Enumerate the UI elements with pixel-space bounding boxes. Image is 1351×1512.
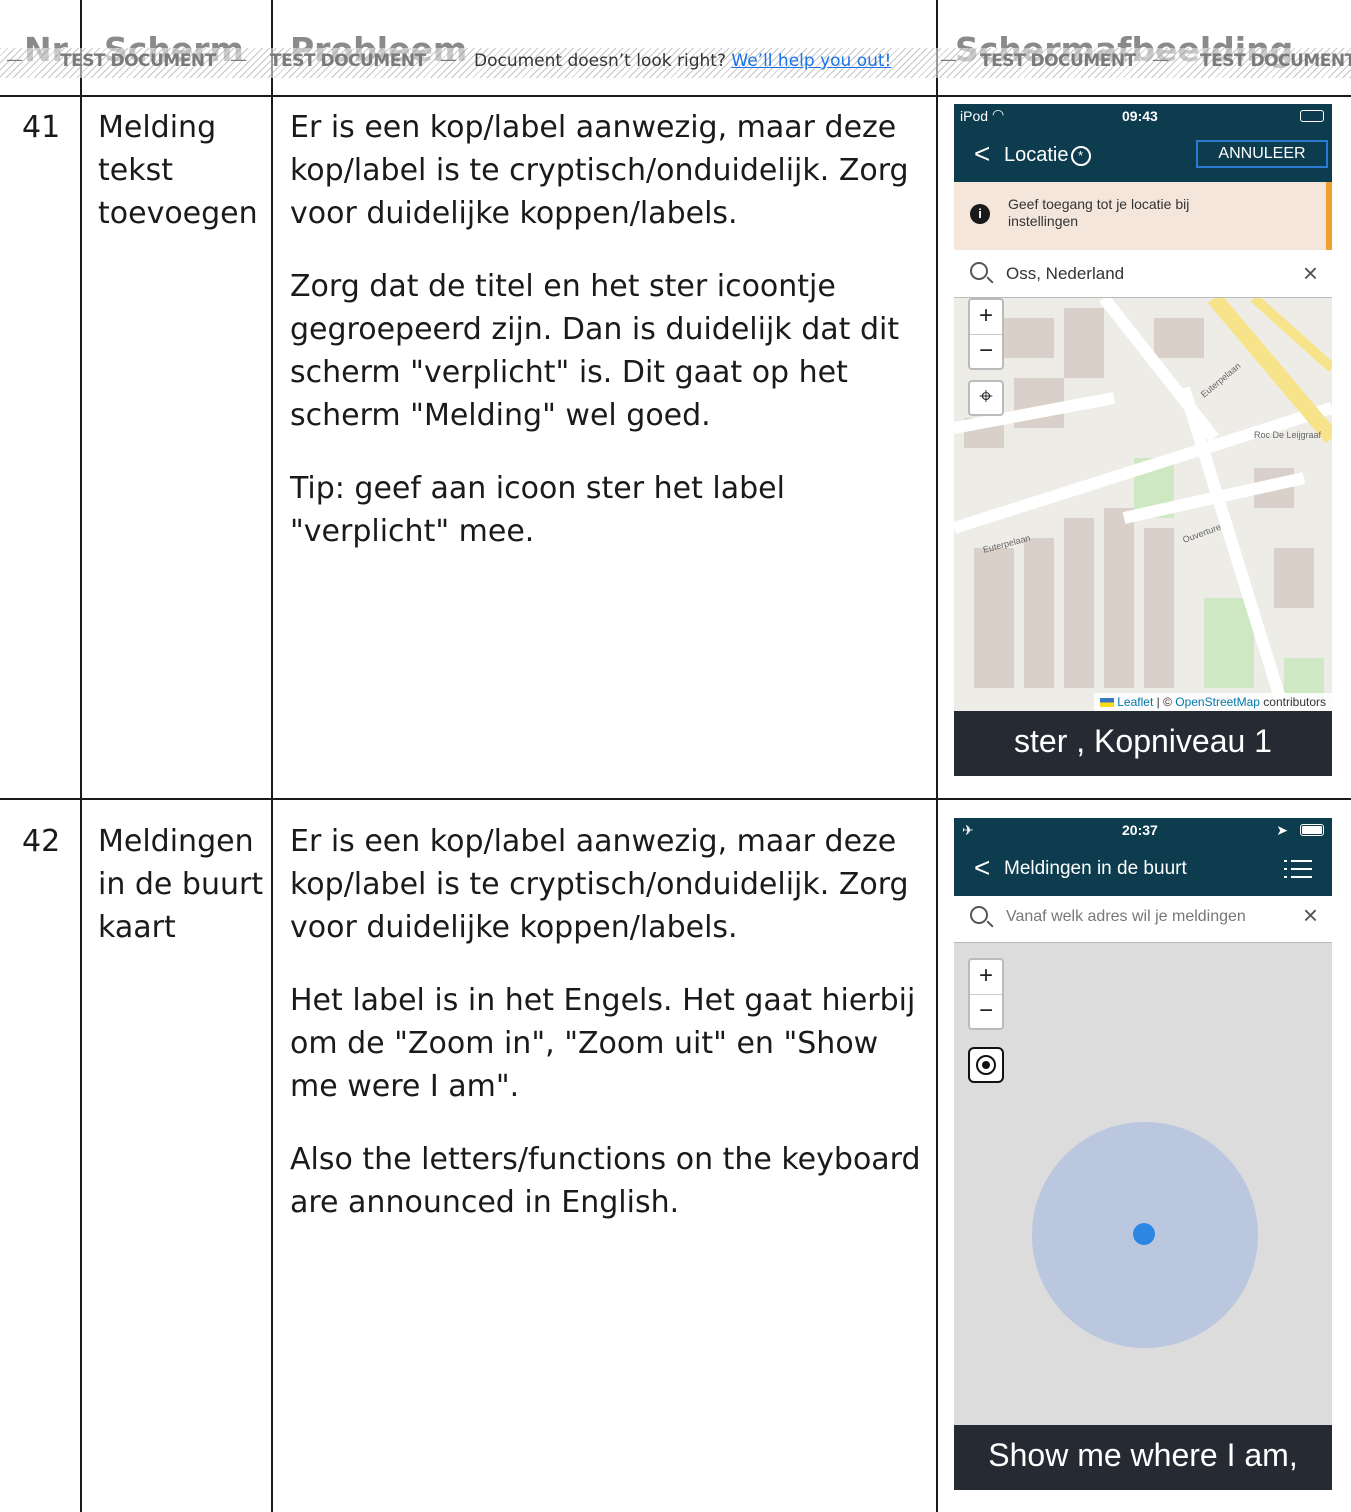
nav-bar: < Locatie * ANNULEER	[954, 130, 1332, 182]
problem-paragraph: Tip: geef aan icoon ster het label "verp…	[290, 471, 785, 549]
clear-icon[interactable]: ×	[1302, 900, 1318, 931]
problem-paragraph: Het label is in het Engels. Het gaat hie…	[290, 983, 916, 1104]
problem-paragraph: Er is een kop/label aanwezig, maar deze …	[290, 824, 909, 945]
voiceover-caption: ster , Kopniveau 1	[954, 711, 1332, 776]
row-divider	[0, 798, 1351, 800]
attribution-separator: | ©	[1153, 695, 1176, 709]
problem-paragraph: Also the letters/functions on the keyboa…	[290, 1142, 921, 1220]
search-bar[interactable]: Oss, Nederland ×	[954, 250, 1332, 298]
watermark-text: TEST DOCUMENT	[60, 51, 216, 71]
zoom-out-button[interactable]: −	[970, 334, 1002, 368]
watermark-text: TEST DOCUMENT	[1200, 51, 1351, 71]
row-42-probleem: Er is een kop/label aanwezig, maar deze …	[290, 820, 930, 1254]
search-input[interactable]: Oss, Nederland	[1006, 264, 1124, 284]
ukraine-flag-icon	[1099, 698, 1114, 708]
column-divider	[271, 0, 273, 1512]
voiceover-caption-text: Show me where I am,	[988, 1437, 1298, 1473]
status-bar: ✈ 20:37 ➤	[954, 818, 1332, 844]
info-icon: i	[970, 204, 990, 224]
zoom-in-button[interactable]: +	[970, 960, 1002, 994]
zoom-control: + −	[968, 958, 1004, 1030]
street-map[interactable]: Euterpelaan Euterpelaan Ouverture Roc De…	[954, 298, 1332, 711]
help-link[interactable]: We’ll help you out!	[731, 51, 891, 71]
search-bar[interactable]: Vanaf welk adres wil je meldingen ×	[954, 896, 1332, 943]
map-label: Roc De Leijgraaf	[1254, 430, 1322, 440]
map-attribution: Leaflet | © OpenStreetMap contributors	[1093, 693, 1332, 711]
row-42-scherm: Meldingen in de buurt kaart	[98, 824, 264, 945]
required-star-icon: *	[1070, 145, 1091, 166]
airplane-icon: ✈	[962, 822, 974, 838]
screen-title: Meldingen in de buurt	[1004, 858, 1187, 879]
status-time: 09:43	[1122, 108, 1158, 124]
back-icon[interactable]: <	[974, 140, 990, 168]
back-icon[interactable]: <	[974, 854, 990, 882]
watermark-text: TEST DOCUMENT	[980, 51, 1136, 71]
row-41-probleem: Er is een kop/label aanwezig, maar deze …	[290, 106, 930, 583]
wifi-icon: ◠	[992, 106, 1005, 122]
osm-link[interactable]: OpenStreetMap	[1175, 695, 1260, 709]
current-location-dot	[1133, 1223, 1155, 1245]
problem-paragraph: Zorg dat de titel en het ster icoontje g…	[290, 269, 900, 433]
neighbourhood-map[interactable]: + −	[954, 943, 1332, 1425]
screenshot-meldingen-buurt: ✈ 20:37 ➤ < Meldingen in de buurt Vanaf …	[954, 818, 1332, 1490]
table-header-row: Nr Scherm Probleem Schermafbeelding — TE…	[0, 0, 1351, 95]
location-warning: i Geef toegang tot je locatie bij instel…	[954, 182, 1332, 250]
cancel-button[interactable]: ANNULEER	[1196, 140, 1328, 168]
show-me-where-i-am-button[interactable]	[968, 1047, 1004, 1083]
column-divider	[80, 0, 82, 1512]
nav-bar: < Meldingen in de buurt	[954, 844, 1332, 896]
watermark-text: TEST DOCUMENT	[270, 51, 426, 71]
row-42-nr: 42	[22, 824, 61, 859]
battery-icon	[1300, 824, 1324, 836]
voiceover-caption: Show me where I am,	[954, 1425, 1332, 1490]
zoom-in-button[interactable]: +	[970, 300, 1002, 334]
test-document-banner: — TEST DOCUMENT — TEST DOCUMENT — Docume…	[0, 48, 1351, 78]
map-tiles: Euterpelaan Euterpelaan Ouverture Roc De…	[954, 298, 1332, 711]
list-view-icon[interactable]	[1284, 858, 1312, 880]
title-text: Locatie	[1004, 144, 1069, 166]
clear-icon[interactable]: ×	[1303, 258, 1318, 289]
status-time: 20:37	[1122, 822, 1158, 838]
row-41-nr: 41	[22, 110, 61, 145]
search-icon	[970, 906, 988, 924]
device-name: iPod	[960, 108, 989, 124]
locate-me-button[interactable]: ⌖	[968, 380, 1004, 416]
screenshot-locatie: iPod ◠ 09:43 < Locatie * ANNULEER i Geef …	[954, 104, 1332, 776]
problem-paragraph: Er is een kop/label aanwezig, maar deze …	[290, 110, 909, 231]
screen-title: Locatie *	[1004, 144, 1091, 167]
row-41-scherm: Melding tekst toevoegen	[98, 110, 258, 231]
voiceover-caption-text: ster , Kopniveau 1	[1014, 723, 1272, 759]
search-icon	[970, 262, 988, 280]
banner-message: Document doesn’t look right? We’ll help …	[474, 51, 891, 71]
zoom-control: + −	[968, 298, 1004, 370]
location-arrow-icon: ➤	[1276, 822, 1288, 838]
status-bar: iPod ◠ 09:43	[954, 104, 1332, 130]
leaflet-link[interactable]: Leaflet	[1117, 695, 1153, 709]
zoom-out-button[interactable]: −	[970, 994, 1002, 1028]
column-divider	[936, 0, 938, 1512]
battery-icon	[1300, 110, 1324, 122]
address-search-input[interactable]: Vanaf welk adres wil je meldingen	[1006, 908, 1246, 926]
banner-message-text: Document doesn’t look right?	[474, 51, 726, 71]
warning-text: Geef toegang tot je locatie bij instelli…	[1008, 196, 1190, 229]
attribution-suffix: contributors	[1259, 695, 1326, 709]
row-divider	[0, 95, 1351, 97]
